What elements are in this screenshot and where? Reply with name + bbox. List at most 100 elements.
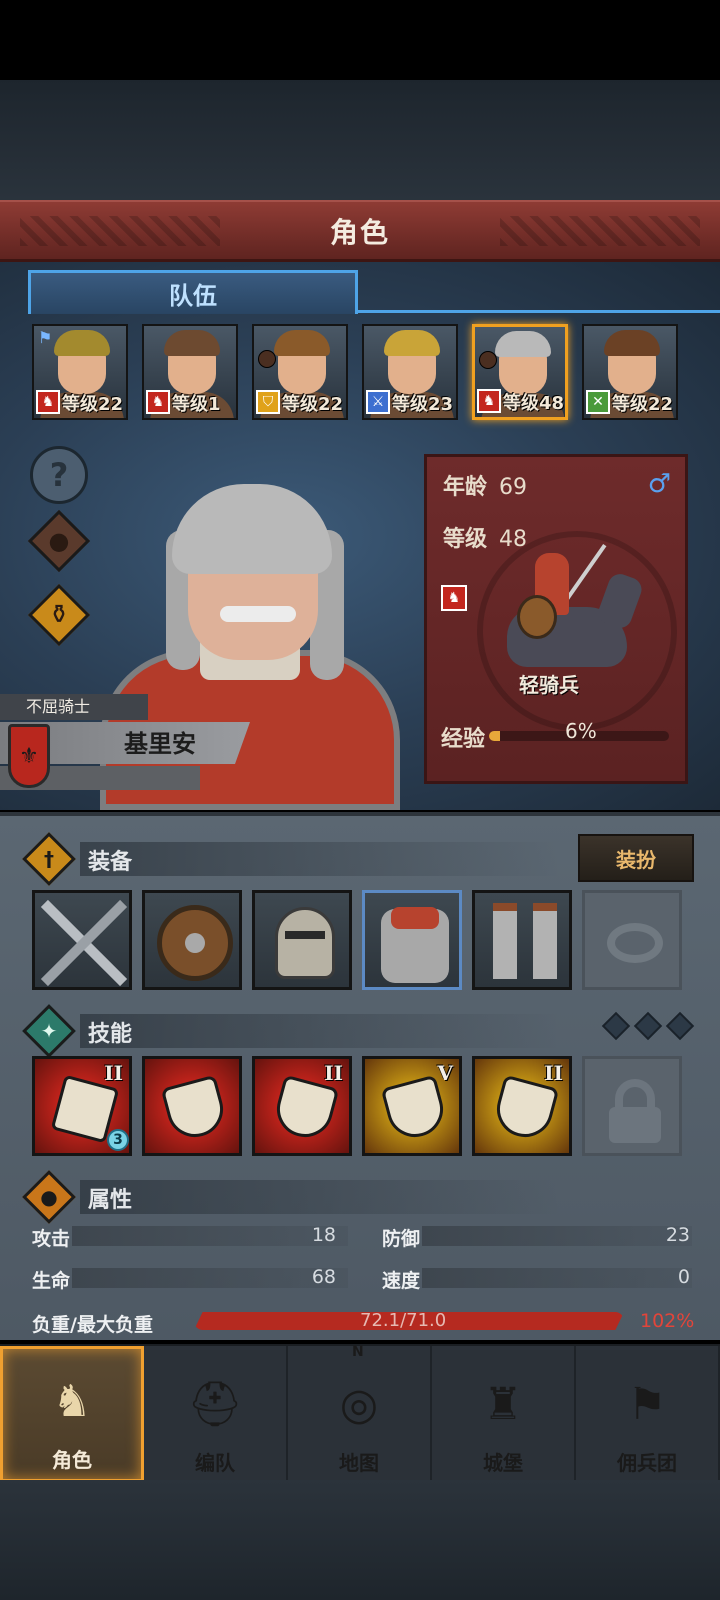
- dress-up-button[interactable]: 装扮: [578, 834, 694, 882]
- skill-slot[interactable]: II: [472, 1056, 572, 1156]
- level-row: 等级 48: [443, 521, 527, 553]
- skill-slot[interactable]: [142, 1056, 242, 1156]
- shield-icon: ⛉: [256, 390, 280, 414]
- page-title: 角色: [329, 215, 390, 249]
- exp-percent: 6%: [565, 719, 597, 743]
- nav-mercenary-banner[interactable]: ⚑ 佣兵团: [576, 1346, 720, 1482]
- nav-formation-helmet[interactable]: ⛑ 编队: [144, 1346, 288, 1482]
- portrait-hair: [54, 330, 110, 356]
- bottom-nav: ♞ 角色 ⛑ 编队 ◎ N 地图 ♜ 城堡 ⚑ 佣兵团: [0, 1344, 720, 1482]
- roster-portrait[interactable]: ⚔ 等级23: [362, 324, 458, 420]
- skill-rank: II: [104, 1061, 123, 1085]
- roster-portrait[interactable]: ✕ 等级22: [582, 324, 678, 420]
- shield-boss: [185, 933, 205, 953]
- hero-info-card: 年龄 69 ♂ 等级 48 ♞ 轻骑兵 经验 6%: [424, 454, 688, 784]
- tab-row: 队伍: [0, 266, 720, 314]
- star-icon: ✦: [40, 1019, 58, 1043]
- skill-charges-badge: 3: [107, 1129, 129, 1151]
- roster-portrait[interactable]: ♞ 等级48: [472, 324, 568, 420]
- age-value: 69: [499, 475, 528, 500]
- skill-rank: II: [324, 1061, 343, 1085]
- level-label: 等级: [443, 527, 488, 552]
- hero-mustache: [220, 606, 296, 622]
- status-bar: [0, 0, 720, 80]
- exp-label: 经验: [441, 727, 486, 752]
- age-row: 年龄 69: [443, 469, 527, 501]
- roster-portrait[interactable]: ⚑ ♞ 等级22: [32, 324, 128, 420]
- skill-slot[interactable]: II 3: [32, 1056, 132, 1156]
- nav-label: 佣兵团: [617, 1451, 677, 1475]
- leader-flag-icon: ⚑: [38, 328, 53, 347]
- person-icon: ●: [40, 1185, 58, 1209]
- attack-value: 18: [311, 1224, 336, 1246]
- name-plate: 不屈骑士 基里安 ⚜: [0, 694, 290, 794]
- portrait-hair: [604, 330, 660, 356]
- hero-title: 不屈骑士: [0, 694, 148, 720]
- tab-team[interactable]: 队伍: [28, 270, 358, 314]
- cavalry-icon: ♞: [146, 390, 170, 414]
- knight-icon: ♞: [52, 1375, 92, 1427]
- nav-knight[interactable]: ♞ 角色: [0, 1346, 144, 1482]
- portrait-level: 等级1: [172, 394, 221, 415]
- roster-portrait[interactable]: ⛉ 等级22: [252, 324, 348, 420]
- attributes-label: 属性: [88, 1188, 133, 1213]
- speed-value: 0: [677, 1266, 690, 1288]
- compass-map-icon: ◎: [339, 1378, 379, 1430]
- equipment-slot-helmet[interactable]: [252, 890, 352, 990]
- load-label: 负重/最大负重: [32, 1314, 153, 1336]
- hp-label: 生命: [32, 1270, 71, 1292]
- crossed-swords-icon: ✕: [586, 390, 610, 414]
- equipment-slot-sword[interactable]: [32, 890, 132, 990]
- equipment-slot-shield[interactable]: [142, 890, 242, 990]
- attack-label: 攻击: [32, 1228, 71, 1250]
- portrait-hair: [384, 330, 440, 356]
- nav-label: 地图: [339, 1451, 379, 1475]
- speed-label: 速度: [382, 1270, 421, 1292]
- mercenary-banner-icon: ⚑: [627, 1378, 667, 1430]
- roster-portraits: ⚑ ♞ 等级22 ♞ 等级1 ⛉ 等级22 ⚔ 等级23 ♞ 等级48 ✕ 等级22: [32, 324, 692, 420]
- cavalry-icon: ♞: [441, 585, 467, 611]
- hero-name[interactable]: 基里安: [124, 724, 196, 759]
- roster-portrait[interactable]: ♞ 等级1: [142, 324, 238, 420]
- helmet-icon: [275, 907, 335, 979]
- header-strip: [80, 1180, 560, 1214]
- ring-icon: [607, 923, 663, 963]
- nav-label: 城堡: [483, 1451, 523, 1475]
- skill-slot[interactable]: II: [252, 1056, 352, 1156]
- cavalry-icon: ♞: [36, 390, 60, 414]
- crest-icon: ⚜: [8, 724, 50, 788]
- load-value: 72.1/71.0: [360, 1310, 447, 1331]
- castle-icon: ♜: [483, 1378, 523, 1430]
- defense-value: 23: [665, 1224, 690, 1246]
- skill-rank: II: [544, 1061, 563, 1085]
- trait-badge-icon: [258, 350, 276, 368]
- equipment-slot-chainmail-armor[interactable]: [362, 890, 462, 990]
- trait-badge-icon: [479, 351, 497, 369]
- level-value: 48: [499, 527, 528, 552]
- rider-shield: [517, 595, 557, 639]
- skills-label: 技能: [88, 1022, 133, 1047]
- nav-castle[interactable]: ♜ 城堡: [432, 1346, 576, 1482]
- scarf: [391, 907, 439, 929]
- portrait-level: 等级48: [503, 393, 565, 414]
- male-icon: ♂: [647, 469, 671, 499]
- sword-icon: ⚔: [366, 390, 390, 414]
- dagger-icon: †: [44, 847, 54, 871]
- shield-bash-icon: [160, 1074, 230, 1144]
- equipment-slot-ring-empty[interactable]: [582, 890, 682, 990]
- skill-slot[interactable]: [582, 1056, 682, 1156]
- skill-slot[interactable]: V: [362, 1056, 462, 1156]
- nav-compass-map[interactable]: ◎ N 地图: [288, 1344, 432, 1482]
- portrait-level: 等级22: [62, 394, 124, 415]
- lock-body: [609, 1107, 661, 1143]
- equipment-slot-chainmail-boots[interactable]: [472, 890, 572, 990]
- header-strip: [80, 1014, 560, 1048]
- boot-icon: [533, 903, 557, 979]
- skills-header: ✦ 技能: [22, 1004, 584, 1058]
- nav-label: 编队: [195, 1451, 235, 1475]
- footer-backdrop: [0, 1480, 720, 1600]
- portrait-level: 等级22: [282, 394, 344, 415]
- cavalry-icon: ♞: [477, 389, 501, 413]
- class-name: 轻骑兵: [519, 673, 579, 697]
- equipment-header: † 装备: [22, 832, 584, 886]
